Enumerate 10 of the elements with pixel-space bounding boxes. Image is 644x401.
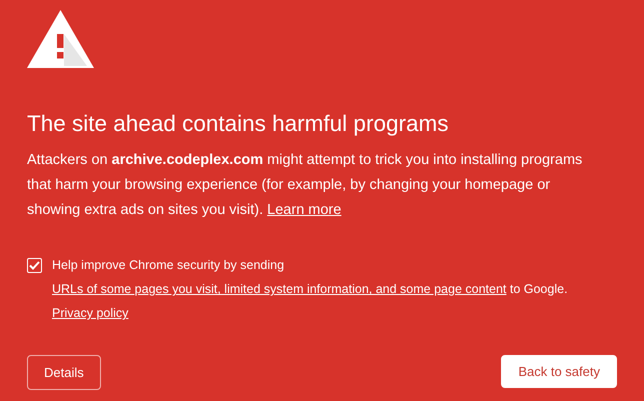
learn-more-link[interactable]: Learn more — [267, 202, 342, 218]
warning-icon — [27, 10, 94, 68]
data-link[interactable]: URLs of some pages you visit, limited system information, and some page content — [52, 282, 506, 296]
details-button[interactable]: Details — [27, 355, 101, 390]
opt-in-text: Help improve Chrome security by sending URLs of some pages you visit, limited system information, and some page content to Google. Privacy policy — [52, 257, 569, 322]
back-to-safety-button[interactable]: Back to safety — [501, 355, 617, 388]
warning-message: Attackers on archive.codeplex.com might attempt to trick you into installing programs that harm your browsing experience (for example, by changing your homepage or showing extra ads on sites you visit). Learn more — [27, 151, 584, 220]
page-title: The site ahead contains harmful programs — [27, 110, 450, 138]
privacy-policy-link[interactable]: Privacy policy — [52, 306, 128, 320]
checkbox[interactable] — [27, 258, 42, 274]
